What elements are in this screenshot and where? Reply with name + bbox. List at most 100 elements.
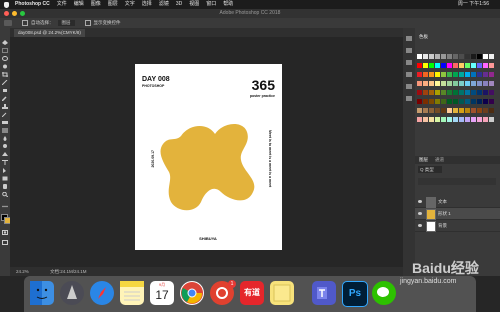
color-swatch[interactable] <box>435 72 440 77</box>
color-swatch[interactable] <box>429 108 434 113</box>
color-swatch[interactable] <box>423 117 428 122</box>
zoom-level[interactable]: 24.2% <box>16 269 29 274</box>
color-swatch[interactable] <box>465 108 470 113</box>
color-swatch[interactable] <box>447 63 452 68</box>
color-swatch[interactable] <box>465 72 470 77</box>
color-swatch[interactable] <box>483 108 488 113</box>
rectangle-icon[interactable] <box>2 176 8 181</box>
character-panel-icon[interactable] <box>406 84 412 89</box>
healing-brush-icon[interactable] <box>2 88 8 93</box>
color-swatch[interactable] <box>459 99 464 104</box>
auto-select-target-dropdown[interactable]: 图层 <box>57 20 75 26</box>
color-swatch[interactable] <box>423 90 428 95</box>
path-select-icon[interactable] <box>2 168 8 173</box>
color-swatch[interactable] <box>417 108 422 113</box>
menu-filter[interactable]: 滤镜 <box>159 0 169 9</box>
color-swatch[interactable] <box>459 72 464 77</box>
color-swatch[interactable] <box>477 99 482 104</box>
color-swatch[interactable] <box>423 81 428 86</box>
color-swatch[interactable] <box>435 63 440 68</box>
menu-window[interactable]: 窗口 <box>206 0 216 9</box>
swatches-tab[interactable]: 色板 <box>419 34 428 40</box>
color-swatch[interactable] <box>429 81 434 86</box>
stamp-icon[interactable] <box>2 104 8 109</box>
color-swatch[interactable] <box>441 117 446 122</box>
menu-view[interactable]: 视图 <box>189 0 199 9</box>
color-swatch[interactable] <box>429 72 434 77</box>
color-swatch[interactable] <box>465 99 470 104</box>
color-swatch[interactable] <box>483 63 488 68</box>
properties-panel-icon[interactable] <box>406 48 412 53</box>
color-swatch[interactable] <box>435 81 440 86</box>
color-swatch[interactable] <box>489 63 494 68</box>
layer-row-background[interactable]: 背景 <box>415 220 500 232</box>
poster-artboard[interactable]: DAY 008 PHOTOSHOP 365 poster practice 20… <box>135 64 282 250</box>
brush-icon[interactable] <box>2 96 8 101</box>
color-swatch[interactable] <box>423 99 428 104</box>
history-brush-icon[interactable] <box>2 112 8 117</box>
eye-icon[interactable] <box>418 200 422 203</box>
color-swatch[interactable] <box>441 99 446 104</box>
eye-icon[interactable] <box>418 224 422 227</box>
color-swatch[interactable] <box>453 90 458 95</box>
color-swatch[interactable] <box>429 90 434 95</box>
color-swatch[interactable] <box>489 72 494 77</box>
edit-toolbar-icon[interactable] <box>2 204 8 209</box>
hand-icon[interactable] <box>2 184 8 189</box>
menu-type[interactable]: 文字 <box>125 0 135 9</box>
paragraph-panel-icon[interactable] <box>406 72 412 77</box>
calendar-icon[interactable]: 9月 17 <box>150 281 174 305</box>
menu-file[interactable]: 文件 <box>57 0 67 9</box>
color-swatch[interactable] <box>459 63 464 68</box>
color-swatch[interactable] <box>489 81 494 86</box>
notes-icon[interactable] <box>120 281 144 305</box>
color-swatch[interactable] <box>477 117 482 122</box>
color-swatch[interactable] <box>477 90 482 95</box>
color-swatch[interactable] <box>471 72 476 77</box>
document-tab[interactable]: day008.psd @ 24.2%(CMYK/8) <box>14 29 85 37</box>
eyedropper-icon[interactable] <box>2 80 8 85</box>
menu-app-name[interactable]: Photoshop CC <box>15 0 50 9</box>
youdao-icon[interactable]: 有道 <box>240 281 264 305</box>
eraser-icon[interactable] <box>2 120 8 125</box>
color-swatch[interactable] <box>471 90 476 95</box>
color-swatch[interactable] <box>477 108 482 113</box>
blur-icon[interactable] <box>2 136 8 141</box>
layer-row-shape[interactable]: 形状 1 <box>415 208 500 220</box>
color-swatch[interactable] <box>477 81 482 86</box>
color-swatch[interactable] <box>417 63 422 68</box>
color-swatch[interactable] <box>423 63 428 68</box>
layer-kind-filter[interactable]: Q 类型 <box>418 166 442 173</box>
lasso-icon[interactable] <box>2 56 8 61</box>
color-swatch[interactable] <box>453 63 458 68</box>
auto-select-checkbox[interactable] <box>22 20 28 26</box>
adjustments-panel-icon[interactable] <box>406 60 412 65</box>
color-swatch[interactable] <box>429 54 434 59</box>
color-swatch[interactable] <box>435 54 440 59</box>
menu-select[interactable]: 选择 <box>142 0 152 9</box>
color-swatch[interactable] <box>459 117 464 122</box>
color-swatch[interactable] <box>447 72 452 77</box>
screen-mode-icon[interactable] <box>2 240 8 245</box>
color-swatch[interactable] <box>441 63 446 68</box>
color-swatch[interactable] <box>417 99 422 104</box>
color-swatch[interactable] <box>435 90 440 95</box>
color-swatch[interactable] <box>441 81 446 86</box>
color-swatch[interactable] <box>435 117 440 122</box>
color-swatch[interactable] <box>453 108 458 113</box>
color-swatch[interactable] <box>453 81 458 86</box>
apple-icon[interactable] <box>4 1 9 8</box>
minimize-button[interactable] <box>12 11 17 16</box>
gradient-icon[interactable] <box>2 128 8 133</box>
marquee-icon[interactable] <box>2 48 8 53</box>
menu-3d[interactable]: 3D <box>176 0 182 9</box>
color-swatch[interactable] <box>441 72 446 77</box>
color-swatch[interactable] <box>417 117 422 122</box>
color-swatch[interactable] <box>447 117 452 122</box>
color-swatch[interactable] <box>453 54 458 59</box>
color-swatch[interactable] <box>417 54 422 59</box>
color-swatch[interactable] <box>447 81 452 86</box>
color-swatch[interactable] <box>477 63 482 68</box>
zoom-button[interactable] <box>20 11 25 16</box>
color-swatch[interactable] <box>453 99 458 104</box>
